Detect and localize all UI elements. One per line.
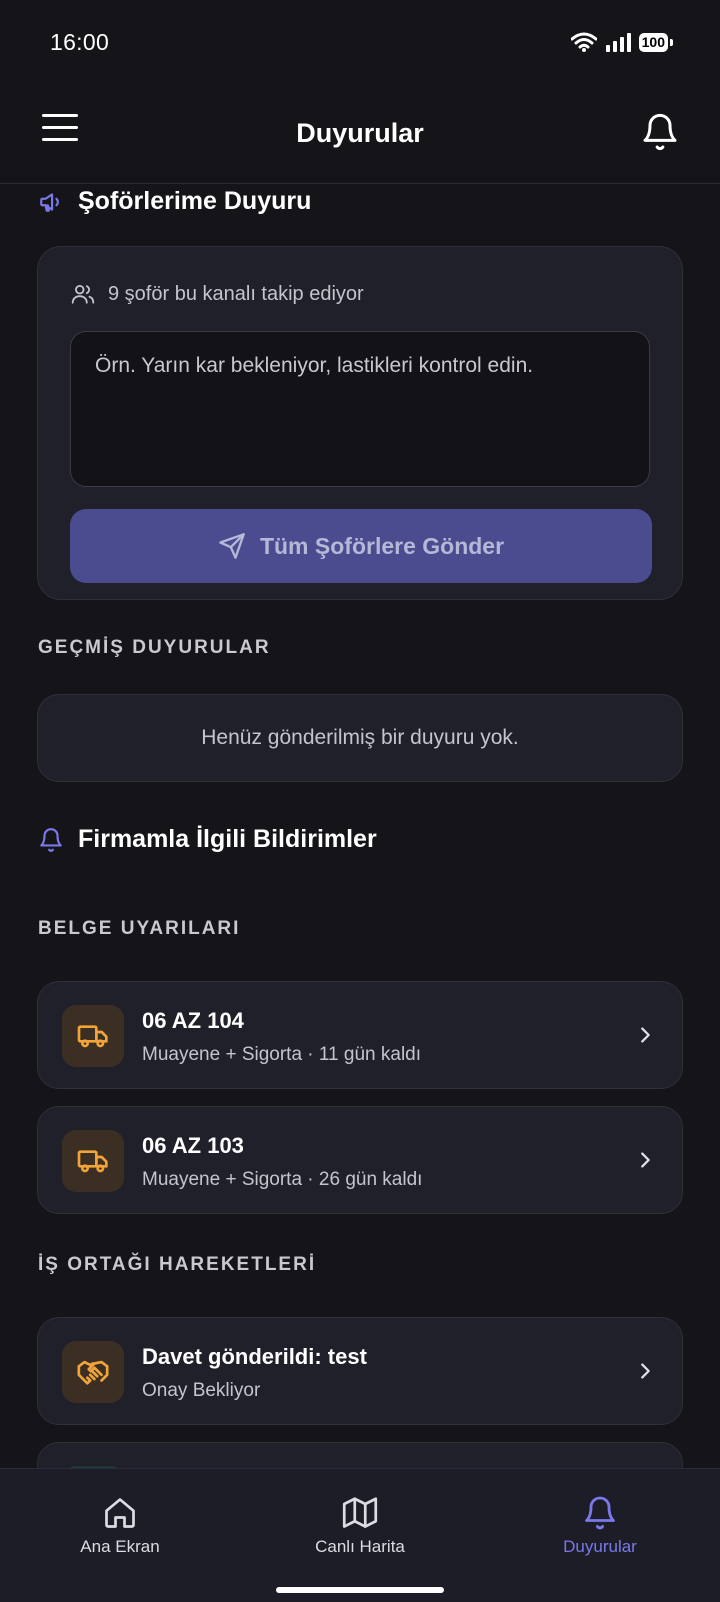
partner-activity-label: İŞ ORTAĞI HAREKETLERİ	[38, 1254, 317, 1275]
company-section-title: Firmamla İlgili Bildirimler	[78, 825, 377, 853]
wifi-icon	[570, 32, 597, 52]
announce-section-title: Şoförlerime Duyuru	[78, 187, 312, 215]
alert-detail: Muayene + Sigorta · 26 gün kaldı	[142, 1169, 423, 1190]
alert-detail: Muayene + Sigorta · 11 gün kaldı	[142, 1044, 422, 1065]
chevron-right-icon	[641, 1027, 650, 1043]
partner-activity-item[interactable]: Davet gönderildi: test Onay Bekliyor	[37, 1317, 683, 1425]
status-icons: 100	[570, 32, 674, 52]
nav-item-announcements[interactable]: Duyurular	[500, 1495, 700, 1557]
truck-icon	[62, 1130, 124, 1192]
bell-icon	[40, 827, 62, 852]
megaphone-icon	[40, 192, 59, 212]
send-to-all-drivers-button[interactable]: Tüm Şoförlere Gönder	[70, 509, 652, 583]
document-alerts-label: BELGE UYARILARI	[38, 918, 241, 939]
nav-item-home[interactable]: Ana Ekran	[20, 1495, 220, 1557]
menu-icon[interactable]	[42, 114, 78, 146]
document-alert-item[interactable]: 06 AZ 104 Muayene + Sigorta · 11 gün kal…	[37, 981, 683, 1089]
partner-activity-item-partial[interactable]	[37, 1442, 683, 1468]
activity-status: Onay Bekliyor	[142, 1380, 261, 1401]
nav-label: Canlı Harita	[315, 1537, 405, 1556]
follower-info: 9 şoför bu kanalı takip ediyor	[70, 281, 364, 307]
vehicle-plate: 06 AZ 103	[142, 1133, 244, 1158]
send-icon	[219, 533, 245, 559]
notifications-bell-icon[interactable]	[640, 112, 680, 152]
map-icon	[342, 1497, 378, 1528]
home-indicator[interactable]	[276, 1587, 444, 1593]
announce-section-header: Şoförlerime Duyuru	[38, 187, 311, 216]
page-title: Duyurular	[296, 118, 424, 148]
bell-icon	[585, 1496, 615, 1530]
users-icon	[71, 284, 95, 304]
history-empty-state: Henüz gönderilmiş bir duyuru yok.	[37, 694, 683, 782]
announce-compose-card: 9 şoför bu kanalı takip ediyor Tüm Şoför…	[37, 246, 683, 600]
activity-title: Davet gönderildi: test	[142, 1344, 367, 1369]
company-section-header: Firmamla İlgili Bildirimler	[38, 825, 377, 854]
main-content[interactable]: Şoförlerime Duyuru 9 şoför bu kanalı tak…	[0, 185, 720, 1468]
follower-count-text: 9 şoför bu kanalı takip ediyor	[108, 282, 364, 305]
nav-label: Duyurular	[563, 1537, 637, 1556]
chevron-right-icon	[641, 1152, 650, 1168]
document-alert-item[interactable]: 06 AZ 103 Muayene + Sigorta · 26 gün kal…	[37, 1106, 683, 1214]
status-bar: 16:00 100	[0, 0, 720, 84]
home-icon	[105, 1498, 135, 1528]
battery-indicator: 100	[638, 32, 674, 52]
truck-icon	[62, 1005, 124, 1067]
announcement-input[interactable]	[70, 331, 650, 487]
app-header: Duyurular	[0, 84, 720, 184]
nav-item-live-map[interactable]: Canlı Harita	[260, 1495, 460, 1557]
status-time: 16:00	[50, 28, 110, 55]
history-empty-text: Henüz gönderilmiş bir duyuru yok.	[201, 726, 519, 749]
vehicle-plate: 06 AZ 104	[142, 1008, 244, 1033]
history-label: GEÇMİŞ DUYURULAR	[38, 637, 271, 658]
signal-icon	[605, 33, 631, 52]
chevron-right-icon	[641, 1363, 650, 1379]
nav-label: Ana Ekran	[80, 1537, 160, 1556]
send-button-label: Tüm Şoförlere Gönder	[259, 532, 505, 559]
handshake-icon	[62, 1341, 124, 1403]
bottom-nav: Ana Ekran Canlı Harita Duyurular	[0, 1468, 720, 1602]
